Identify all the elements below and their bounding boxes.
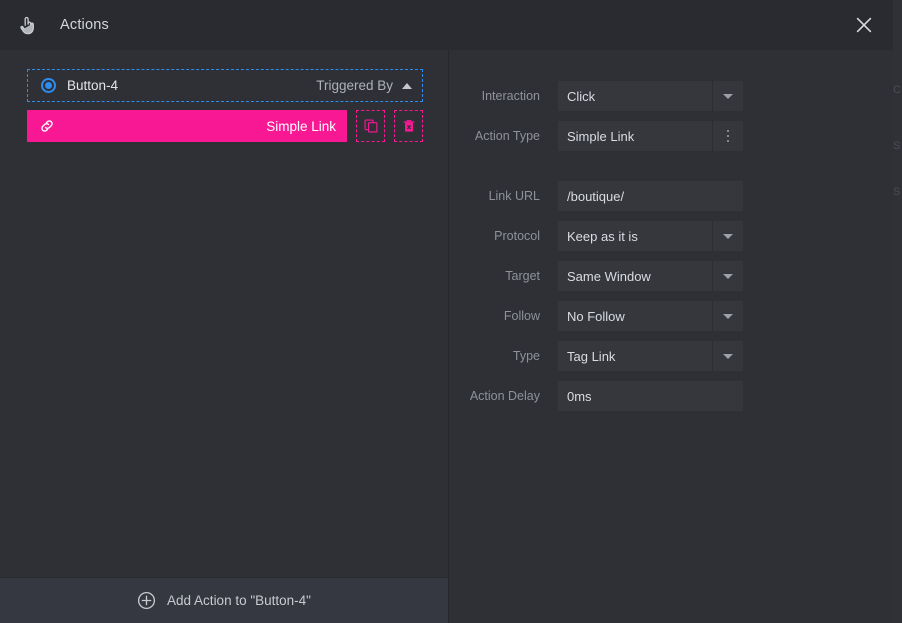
type-select[interactable]: Tag Link: [558, 341, 743, 371]
copy-icon[interactable]: [356, 110, 385, 142]
chevron-down-icon[interactable]: [712, 261, 743, 291]
field-label: Follow: [503, 309, 540, 323]
trigger-element-name: Button-4: [67, 78, 119, 93]
action-settings-pane: Interaction Click Action Type Simple Lin…: [449, 50, 893, 623]
action-label: Simple Link: [266, 118, 336, 134]
chevron-down-icon[interactable]: [712, 301, 743, 331]
action-item-simple-link[interactable]: Simple Link: [27, 110, 347, 142]
field-label: Link URL: [488, 189, 540, 203]
kebab-menu-icon[interactable]: [712, 121, 743, 151]
field-label: Action Delay: [469, 389, 540, 403]
action-row: Simple Link: [27, 110, 423, 142]
hand-pointer-icon: [14, 12, 40, 38]
triggered-by-group[interactable]: Triggered By: [316, 78, 412, 93]
target-select[interactable]: Same Window: [558, 261, 743, 291]
link-icon: [39, 118, 55, 134]
actions-modal-screen: C S S Actions Button-4 Triggered By Simp…: [0, 0, 902, 623]
radio-selected-icon[interactable]: [41, 78, 56, 93]
settings-field-list: Interaction Click Action Type Simple Lin…: [449, 50, 893, 411]
field-value: Tag Link: [567, 348, 616, 364]
add-action-label: Add Action to "Button-4": [167, 593, 311, 608]
field-label: Action Type: [474, 129, 540, 143]
plus-circle-icon: [137, 591, 156, 610]
trash-icon[interactable]: [394, 110, 423, 142]
add-action-button[interactable]: Add Action to "Button-4": [0, 577, 448, 623]
actions-modal: Actions Button-4 Triggered By Simple Lin…: [0, 0, 893, 623]
background-panel-strip: C S S: [893, 0, 902, 623]
background-ghost-text: S: [893, 140, 901, 152]
field-label: Protocol: [494, 229, 540, 243]
actions-left-pane: Button-4 Triggered By Simple Link Add Ac…: [0, 50, 449, 623]
chevron-up-icon[interactable]: [402, 82, 412, 89]
field-value: 0ms: [567, 388, 592, 404]
field-row-target: Target Same Window: [449, 261, 893, 291]
link-url-input[interactable]: /boutique/: [558, 181, 743, 211]
follow-select[interactable]: No Follow: [558, 301, 743, 331]
field-row-follow: Follow No Follow: [449, 301, 893, 331]
field-value: Simple Link: [567, 128, 635, 144]
page-title: Actions: [60, 17, 109, 33]
field-label: Interaction: [481, 89, 540, 103]
field-row-action-type: Action Type Simple Link: [449, 121, 893, 151]
background-ghost-text: S: [893, 186, 901, 198]
field-row-type: Type Tag Link: [449, 341, 893, 371]
field-value: Keep as it is: [567, 228, 638, 244]
field-row-action-delay: Action Delay 0ms: [449, 381, 893, 411]
field-value: Click: [567, 88, 596, 104]
field-label: Type: [512, 349, 540, 363]
modal-header: Actions: [0, 0, 893, 50]
field-value: No Follow: [567, 308, 625, 324]
action-type-select[interactable]: Simple Link: [558, 121, 743, 151]
field-value: /boutique/: [567, 188, 625, 204]
interaction-select[interactable]: Click: [558, 81, 743, 111]
chevron-down-icon[interactable]: [712, 81, 743, 111]
chevron-down-icon[interactable]: [712, 341, 743, 371]
background-ghost-text: C: [893, 84, 901, 96]
chevron-down-icon[interactable]: [712, 221, 743, 251]
field-row-link-url: Link URL /boutique/: [449, 181, 893, 211]
trigger-row-button-4[interactable]: Button-4 Triggered By: [27, 69, 423, 102]
protocol-select[interactable]: Keep as it is: [558, 221, 743, 251]
modal-body: Button-4 Triggered By Simple Link Add Ac…: [0, 50, 893, 623]
triggered-by-label: Triggered By: [316, 78, 393, 93]
field-value: Same Window: [567, 268, 651, 284]
action-delay-input[interactable]: 0ms: [558, 381, 743, 411]
actions-list: Button-4 Triggered By Simple Link: [0, 50, 448, 577]
field-label: Target: [505, 269, 540, 283]
close-icon[interactable]: [849, 10, 879, 40]
field-row-protocol: Protocol Keep as it is: [449, 221, 893, 251]
field-row-interaction: Interaction Click: [449, 81, 893, 111]
